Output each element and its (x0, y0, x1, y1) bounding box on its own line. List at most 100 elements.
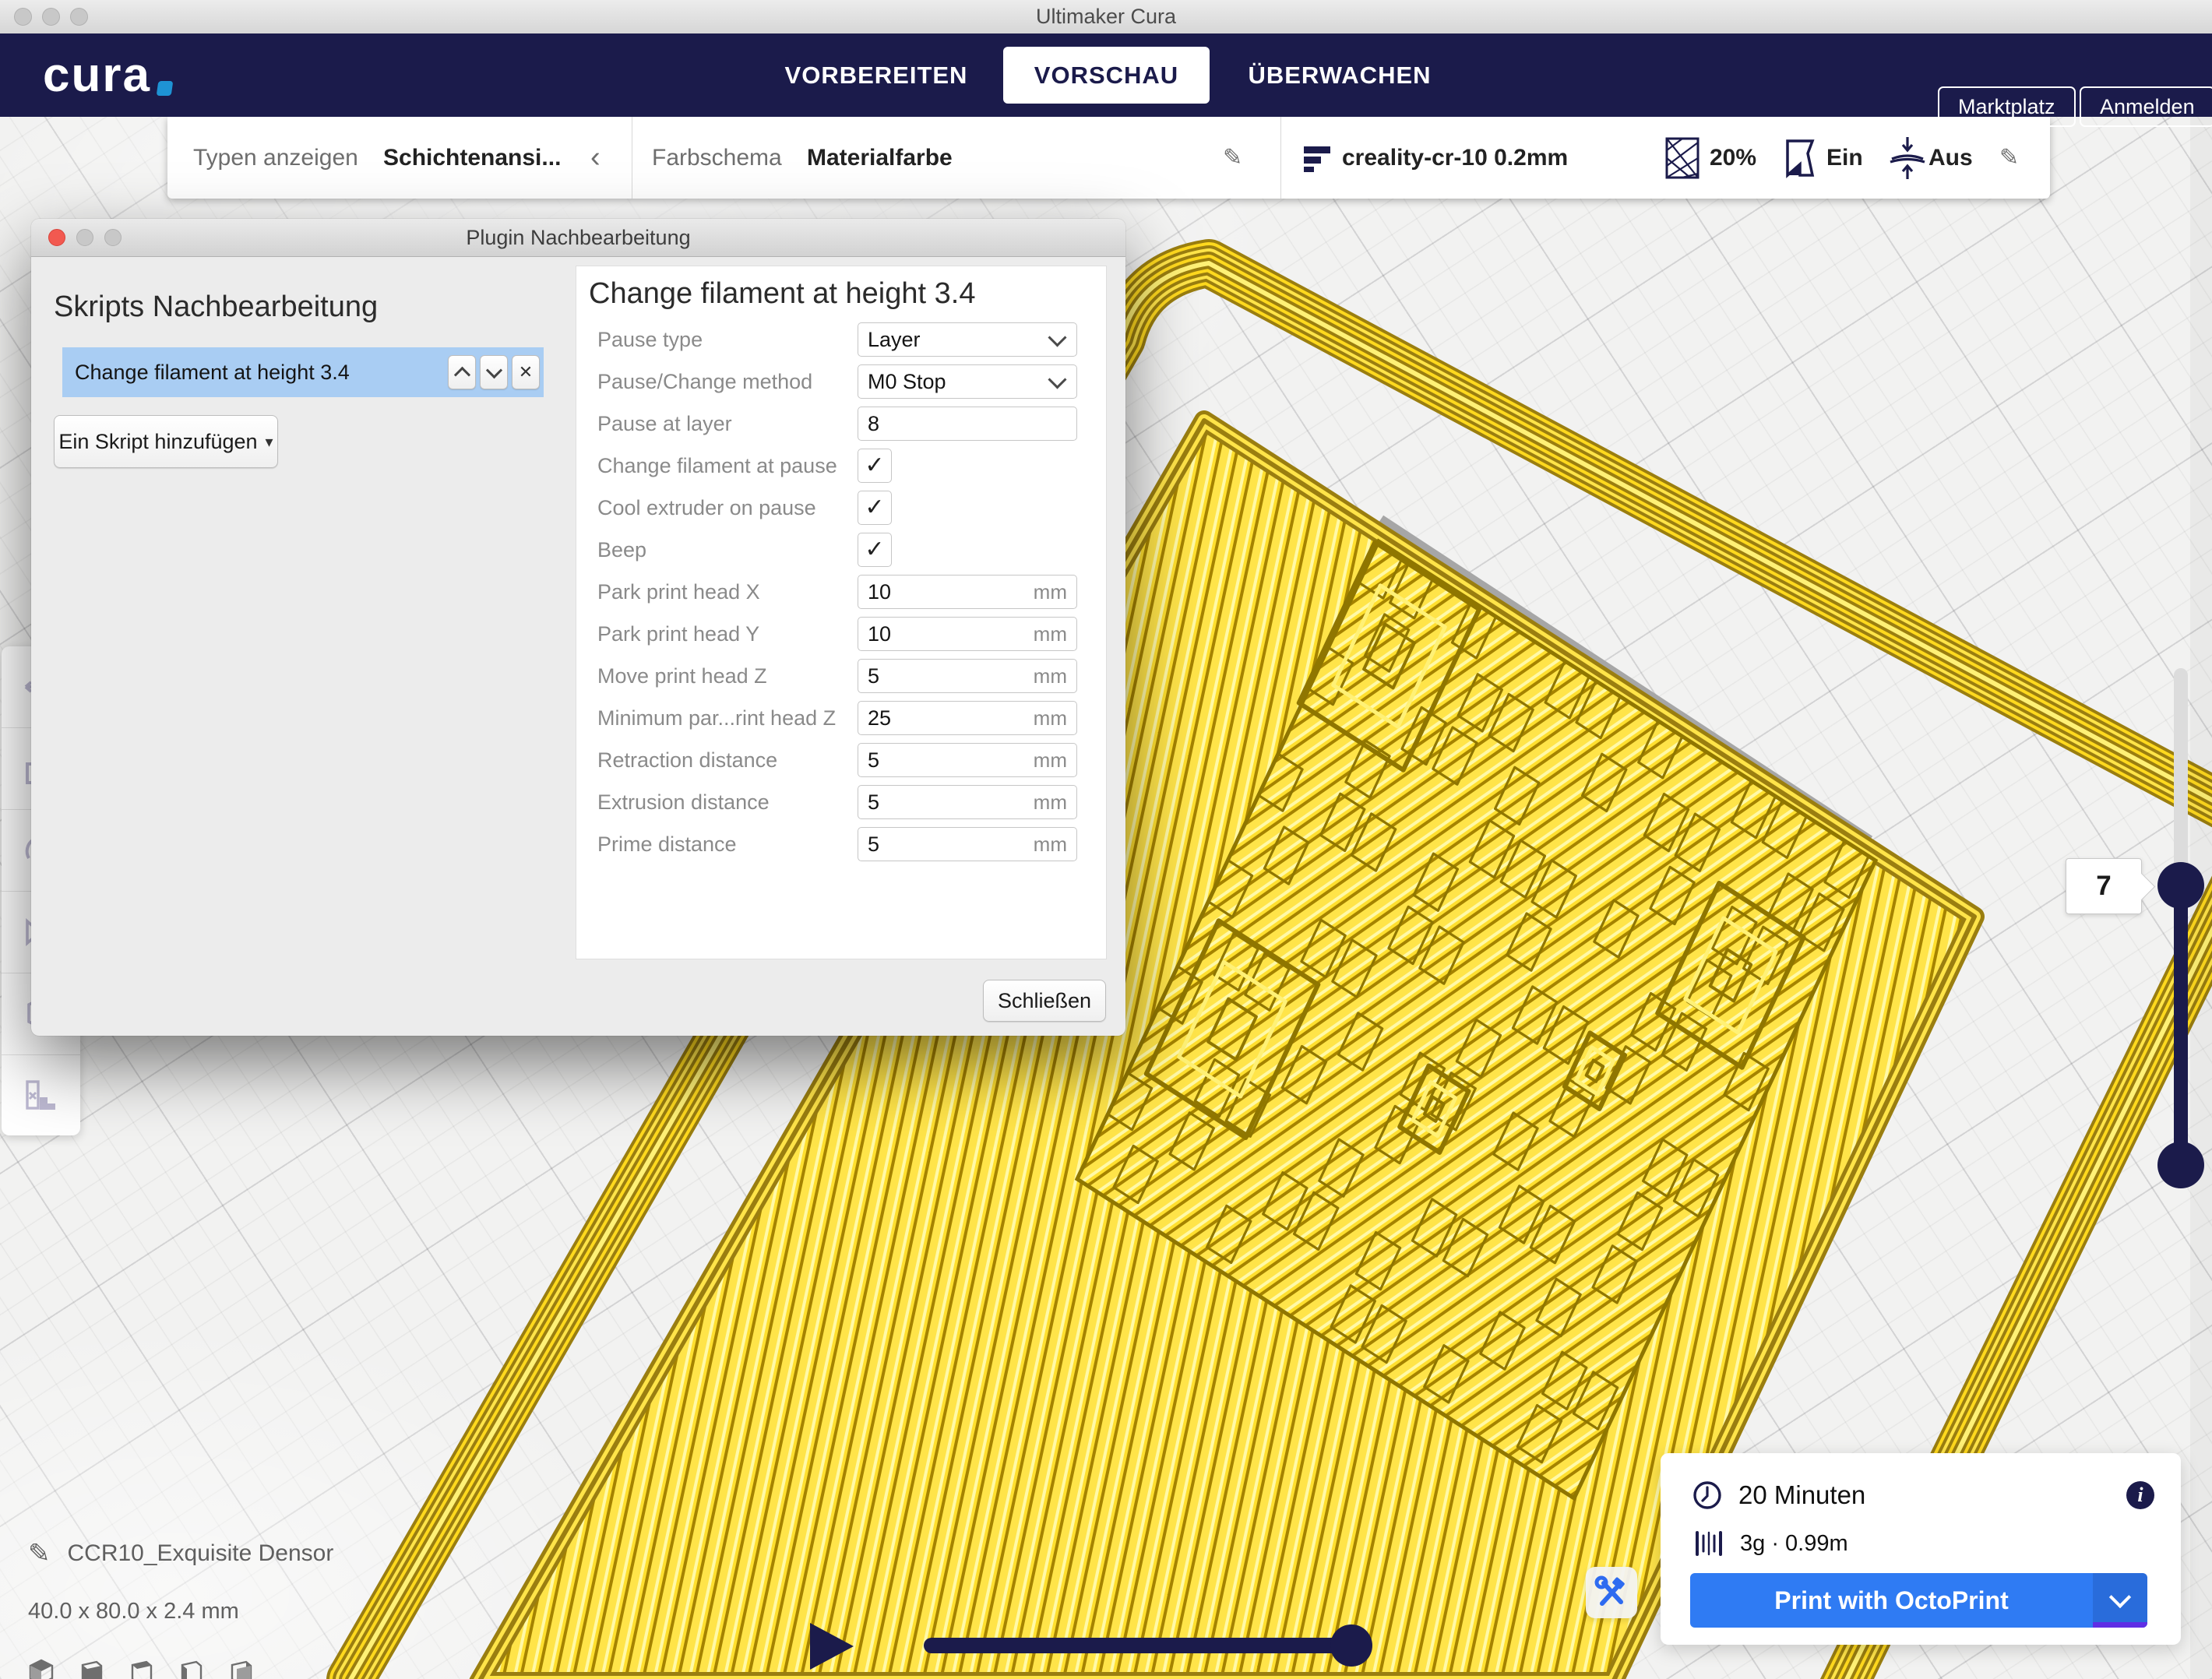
view-front-icon[interactable] (78, 1659, 104, 1679)
clock-icon (1692, 1480, 1723, 1511)
field-unit: mm (1034, 748, 1076, 773)
field-unit: mm (1034, 832, 1076, 857)
field-value: 5 (858, 790, 1034, 815)
field-label: Park print head Y (597, 617, 759, 651)
close-dialog-button[interactable]: Schließen (983, 980, 1106, 1022)
tab-ueberwachen[interactable]: ÜBERWACHEN (1231, 33, 1449, 117)
field-input[interactable]: 5mm (858, 743, 1077, 777)
printer-profile-value[interactable]: creality-cr-10 0.2mm (1342, 117, 1568, 199)
field-row: Retraction distance5mm (576, 743, 1106, 777)
script-list-item[interactable]: Change filament at height 3.4 ✕ (62, 347, 544, 397)
field-row: Move print head Z 5mm (576, 659, 1106, 693)
field-input[interactable]: 10mm (858, 617, 1077, 651)
move-script-down-button[interactable] (480, 355, 508, 389)
field-label: Move print head Z (597, 659, 767, 693)
field-value: 10 (858, 580, 1034, 604)
tool-support-blocker-icon[interactable] (2, 1055, 80, 1135)
add-script-dropdown-button[interactable]: Ein Skript hinzufügen▾ (54, 415, 278, 468)
signin-button[interactable]: Anmelden (2080, 86, 2212, 127)
field-value: Layer (858, 328, 1051, 352)
field-row: Park print head Y 10mm (576, 617, 1106, 651)
print-time-estimate: 20 Minuten (1738, 1480, 1865, 1510)
tab-vorbereiten[interactable]: VORBEREITEN (767, 33, 985, 117)
cura-app-window: Ultimaker Cura cura VORBEREITEN VORSCHAU… (0, 0, 2212, 1679)
field-input[interactable]: 10mm (858, 575, 1077, 609)
field-value: 5 (858, 664, 1034, 688)
field-input[interactable]: 8 (858, 407, 1077, 441)
field-unit: mm (1034, 664, 1076, 688)
tab-vorschau[interactable]: VORSCHAU (1003, 47, 1210, 104)
view-type-value[interactable]: Schichtenansi... (383, 117, 561, 199)
dialog-field-rows: Pause typeLayerPause/Change methodM0 Sto… (576, 322, 1106, 869)
print-options-dropdown[interactable] (2093, 1573, 2147, 1628)
window-titlebar: Ultimaker Cura (0, 0, 2212, 34)
layer-slider-upper-handle[interactable] (2157, 862, 2204, 909)
rename-pencil-icon[interactable]: ✎ (28, 1538, 51, 1569)
chevron-down-icon (2109, 1586, 2131, 1608)
simulation-slider-handle[interactable] (1330, 1624, 1372, 1667)
current-layer-value: 7 (2096, 871, 2111, 901)
print-tools-button[interactable] (1586, 1567, 1637, 1618)
scripts-heading: Skripts Nachbearbeitung (54, 290, 378, 324)
field-input[interactable]: 5mm (858, 827, 1077, 861)
support-icon (1781, 117, 1819, 199)
cura-logo: cura (43, 33, 172, 117)
chevron-down-icon (485, 362, 502, 378)
play-button[interactable] (810, 1623, 854, 1670)
marketplace-button[interactable]: Marktplatz (1938, 86, 2076, 127)
layer-slider-track-upper[interactable] (2174, 668, 2188, 894)
chevron-down-icon (1048, 328, 1066, 347)
model-info: ✎ CCR10_Exquisite Densor 40.0 x 80.0 x 2… (28, 1538, 333, 1679)
field-value: 25 (858, 706, 1034, 730)
infill-value[interactable]: 20% (1710, 117, 1756, 199)
view-type-label: Typen anzeigen (193, 117, 358, 199)
view-3d-icon[interactable] (28, 1659, 55, 1679)
field-value: 10 (858, 622, 1034, 646)
color-scheme-value[interactable]: Materialfarbe (807, 117, 953, 199)
layer-slider-range[interactable] (2174, 884, 2188, 1166)
field-label: Pause type (597, 322, 703, 357)
field-row: Beep✓ (576, 533, 1106, 567)
view-top-icon[interactable] (128, 1659, 154, 1679)
layer-slider-lower-handle[interactable] (2157, 1142, 2204, 1188)
field-row: Extrusion distance5mm (576, 785, 1106, 819)
material-usage: 3g · 0.99m (1740, 1531, 1848, 1557)
remove-script-button[interactable]: ✕ (512, 355, 540, 389)
field-checkbox[interactable]: ✓ (858, 533, 892, 567)
current-layer-flag: 7 (2066, 858, 2142, 914)
field-row: Change filament at pause✓ (576, 449, 1106, 483)
field-value: 8 (858, 412, 1076, 436)
print-with-octoprint-button[interactable]: Print with OctoPrint (1690, 1573, 2147, 1628)
color-scheme-label: Farbschema (652, 117, 782, 199)
window-title: Ultimaker Cura (0, 0, 2212, 33)
field-checkbox[interactable]: ✓ (858, 491, 892, 525)
simulation-slider-track[interactable] (924, 1638, 1358, 1653)
caret-down-icon: ▾ (266, 432, 273, 452)
script-settings-panel: Change filament at height 3.4 Pause type… (576, 266, 1107, 959)
field-label: Pause at layer (597, 407, 732, 441)
collapse-chevron-icon[interactable]: ‹ (590, 117, 601, 199)
field-input[interactable]: 25mm (858, 701, 1077, 735)
camera-view-buttons (28, 1659, 333, 1679)
field-row: Park print head X10mm (576, 575, 1106, 609)
support-value[interactable]: Ein (1826, 117, 1863, 199)
field-row: Minimum par...rint head Z25mm (576, 701, 1106, 735)
field-label: Prime distance (597, 827, 737, 861)
field-row: Prime distance 5mm (576, 827, 1106, 861)
field-label: Cool extruder on pause (597, 491, 816, 525)
adhesion-value[interactable]: Aus (1928, 117, 1973, 199)
field-checkbox[interactable]: ✓ (858, 449, 892, 483)
edit-view-pencil-icon[interactable]: ✎ (1223, 117, 1242, 199)
dialog-titlebar[interactable]: Plugin Nachbearbeitung (31, 219, 1125, 257)
edit-print-settings-pencil-icon[interactable]: ✎ (1999, 117, 2019, 199)
hammer-wrench-icon (1594, 1575, 1629, 1610)
view-right-icon[interactable] (227, 1659, 254, 1679)
move-script-up-button[interactable] (448, 355, 476, 389)
view-left-icon[interactable] (178, 1659, 204, 1679)
field-input[interactable]: 5mm (858, 785, 1077, 819)
info-icon[interactable]: i (2126, 1481, 2154, 1509)
field-row: Cool extruder on pause ✓ (576, 491, 1106, 525)
field-select[interactable]: Layer (858, 322, 1077, 357)
field-select[interactable]: M0 Stop (858, 364, 1077, 399)
field-input[interactable]: 5mm (858, 659, 1077, 693)
